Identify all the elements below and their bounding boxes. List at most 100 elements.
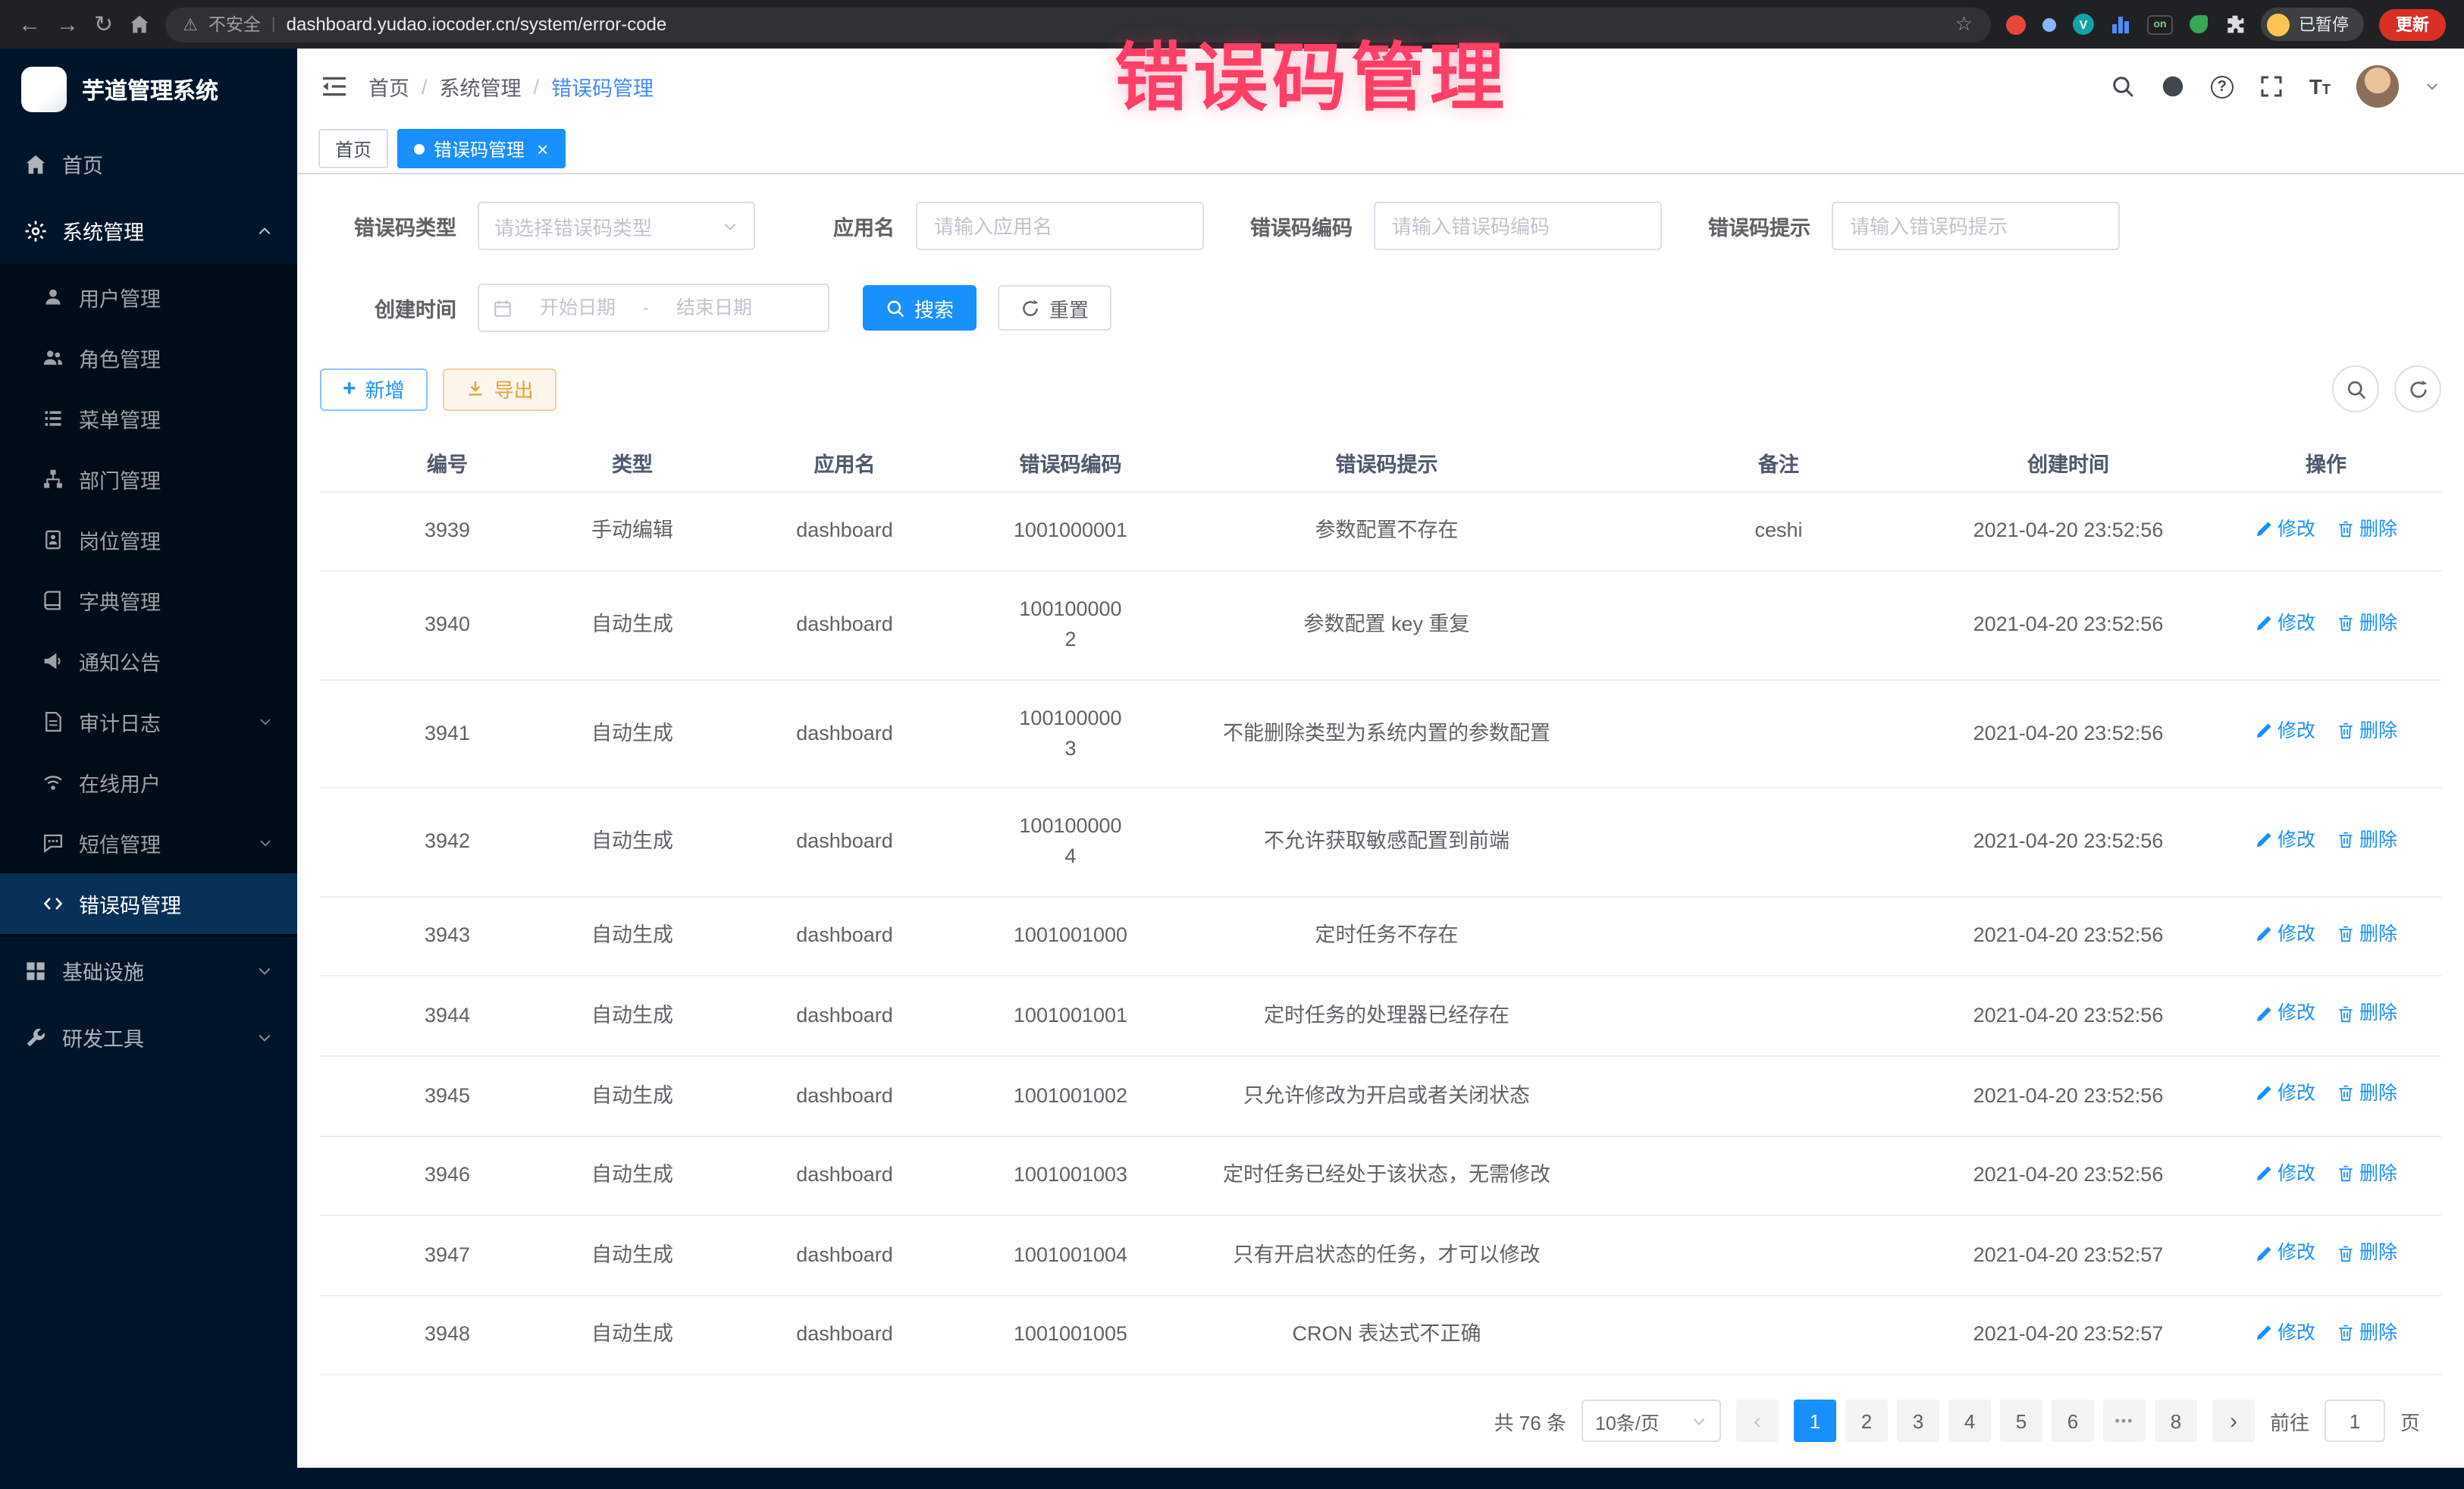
chevron-down-icon[interactable] [2425, 79, 2440, 94]
delete-button[interactable]: 删除 [2337, 1239, 2397, 1268]
page-button[interactable]: 4 [1948, 1400, 1991, 1443]
sidebar-group-system[interactable]: 系统管理 [0, 197, 297, 264]
cell-code: 1001001004 [999, 1215, 1142, 1295]
help-icon[interactable]: ? [2211, 75, 2234, 98]
export-button-label: 导出 [494, 375, 534, 403]
user-avatar[interactable] [2356, 65, 2399, 108]
edit-button[interactable]: 修改 [2255, 1080, 2315, 1108]
add-button[interactable]: + 新增 [320, 368, 428, 410]
error-code-input[interactable] [1374, 202, 1662, 250]
page-button[interactable]: 8 [2155, 1400, 2197, 1443]
page-button[interactable]: 1 [1794, 1400, 1836, 1443]
chart-extension-icon[interactable] [2111, 15, 2130, 33]
trash-icon [2337, 1244, 2355, 1262]
sidebar-item[interactable]: 菜单管理 [0, 388, 297, 449]
v-extension-icon[interactable]: V [2073, 14, 2094, 35]
fullscreen-icon[interactable] [2259, 74, 2284, 99]
green-extension-icon[interactable] [2190, 15, 2208, 33]
goto-unit-label: 页 [2400, 1407, 2420, 1436]
search-toggle-button[interactable] [2332, 365, 2379, 412]
edit-button[interactable]: 修改 [2255, 1319, 2315, 1348]
delete-button[interactable]: 删除 [2337, 1080, 2397, 1108]
bookmark-star-icon[interactable]: ☆ [1955, 12, 1973, 36]
export-button[interactable]: 导出 [443, 368, 556, 410]
forward-icon[interactable]: → [56, 13, 79, 36]
red-extension-icon[interactable] [2006, 14, 2026, 34]
delete-button[interactable]: 删除 [2337, 515, 2397, 544]
date-range-picker[interactable]: - [478, 284, 829, 332]
refresh-table-button[interactable] [2394, 365, 2441, 412]
prev-page-button[interactable]: ‹ [1736, 1400, 1779, 1443]
search-icon[interactable] [2111, 74, 2135, 99]
sidebar-item[interactable]: 部门管理 [0, 449, 297, 509]
reset-button[interactable]: 重置 [998, 285, 1111, 331]
github-icon[interactable] [2161, 74, 2185, 99]
logo[interactable]: 芋道管理系统 [0, 49, 297, 130]
page-button[interactable]: 3 [1897, 1400, 1939, 1443]
breadcrumb-separator: / [422, 75, 428, 98]
extensions-puzzle-icon[interactable] [2224, 14, 2246, 35]
table-row: 3945 自动生成 dashboard 1001001002 只允许修改为开启或… [320, 1056, 2441, 1136]
close-tab-icon[interactable]: × [537, 139, 548, 158]
edit-button[interactable]: 修改 [2255, 515, 2315, 544]
breadcrumb-system[interactable]: 系统管理 [440, 71, 522, 102]
edit-button[interactable]: 修改 [2255, 826, 2315, 854]
delete-button[interactable]: 删除 [2337, 1159, 2397, 1188]
update-button[interactable]: 更新 [2379, 8, 2446, 40]
delete-button[interactable]: 删除 [2337, 920, 2397, 948]
sidebar-item[interactable]: 短信管理 [0, 813, 297, 873]
edit-button[interactable]: 修改 [2255, 1159, 2315, 1188]
edit-button[interactable]: 修改 [2255, 1000, 2315, 1029]
start-date-input[interactable] [522, 297, 634, 318]
app-name-input[interactable] [916, 202, 1204, 250]
delete-button[interactable]: 删除 [2337, 826, 2397, 854]
font-size-icon[interactable]: TT [2309, 76, 2331, 97]
on-badge-extension-icon[interactable]: on [2147, 14, 2173, 34]
sidebar-group[interactable]: 基础设施 [0, 937, 297, 1004]
sidebar-item[interactable]: 用户管理 [0, 267, 297, 328]
end-date-input[interactable] [658, 297, 770, 318]
error-msg-input[interactable] [1832, 202, 2120, 250]
error-type-select[interactable]: 请选择错误码类型 [478, 202, 755, 250]
edit-button[interactable]: 修改 [2255, 920, 2315, 948]
blue-dot-extension-icon[interactable] [2042, 17, 2056, 31]
page-button[interactable]: 2 [1845, 1400, 1888, 1443]
sidebar-item[interactable]: 角色管理 [0, 328, 297, 388]
filter-app-label: 应用名 [795, 211, 916, 241]
search-button[interactable]: 搜索 [863, 285, 977, 331]
cell-msg: 定时任务已经处于该状态，无需修改 [1142, 1136, 1632, 1215]
sidebar-item[interactable]: 在线用户 [0, 752, 297, 813]
address-bar[interactable]: ⚠ 不安全 | dashboard.yudao.iocoder.cn/syste… [165, 7, 1991, 42]
page-button[interactable]: ••• [2103, 1400, 2146, 1443]
sidebar-item[interactable]: 审计日志 [0, 691, 297, 752]
edit-button[interactable]: 修改 [2255, 1239, 2315, 1268]
reload-icon[interactable]: ↻ [94, 13, 113, 36]
sidebar-item[interactable]: 通知公告 [0, 631, 297, 691]
tab-error-code[interactable]: 错误码管理 × [397, 129, 565, 168]
edit-button[interactable]: 修改 [2255, 609, 2315, 638]
sidebar-group[interactable]: 研发工具 [0, 1004, 297, 1071]
goto-page-input[interactable] [2324, 1400, 2385, 1443]
edit-button[interactable]: 修改 [2255, 717, 2315, 746]
page-size-select[interactable]: 10条/页 [1582, 1400, 1721, 1443]
sidebar-item[interactable]: 字典管理 [0, 570, 297, 631]
page-button[interactable]: 5 [2000, 1400, 2042, 1443]
breadcrumb-home[interactable]: 首页 [368, 71, 409, 102]
sidebar-item-home[interactable]: 首页 [0, 130, 297, 197]
cell-actions: 修改 删除 [2211, 1056, 2441, 1136]
delete-button[interactable]: 删除 [2337, 717, 2397, 746]
delete-button[interactable]: 删除 [2337, 1319, 2397, 1348]
menu-fold-icon[interactable] [321, 76, 347, 97]
chevron-down-icon [258, 835, 273, 851]
browser-home-icon[interactable] [128, 14, 149, 35]
cell-id: 3944 [320, 976, 575, 1056]
back-icon[interactable]: ← [18, 13, 41, 36]
tab-home[interactable]: 首页 [318, 129, 388, 168]
page-button[interactable]: 6 [2052, 1400, 2094, 1443]
delete-button[interactable]: 删除 [2337, 609, 2397, 638]
delete-button[interactable]: 删除 [2337, 1000, 2397, 1029]
sidebar-item[interactable]: 岗位管理 [0, 509, 297, 570]
next-page-button[interactable]: › [2212, 1400, 2255, 1443]
profile-chip[interactable]: 已暂停 [2261, 8, 2364, 41]
sidebar-item[interactable]: 错误码管理 [0, 873, 297, 934]
